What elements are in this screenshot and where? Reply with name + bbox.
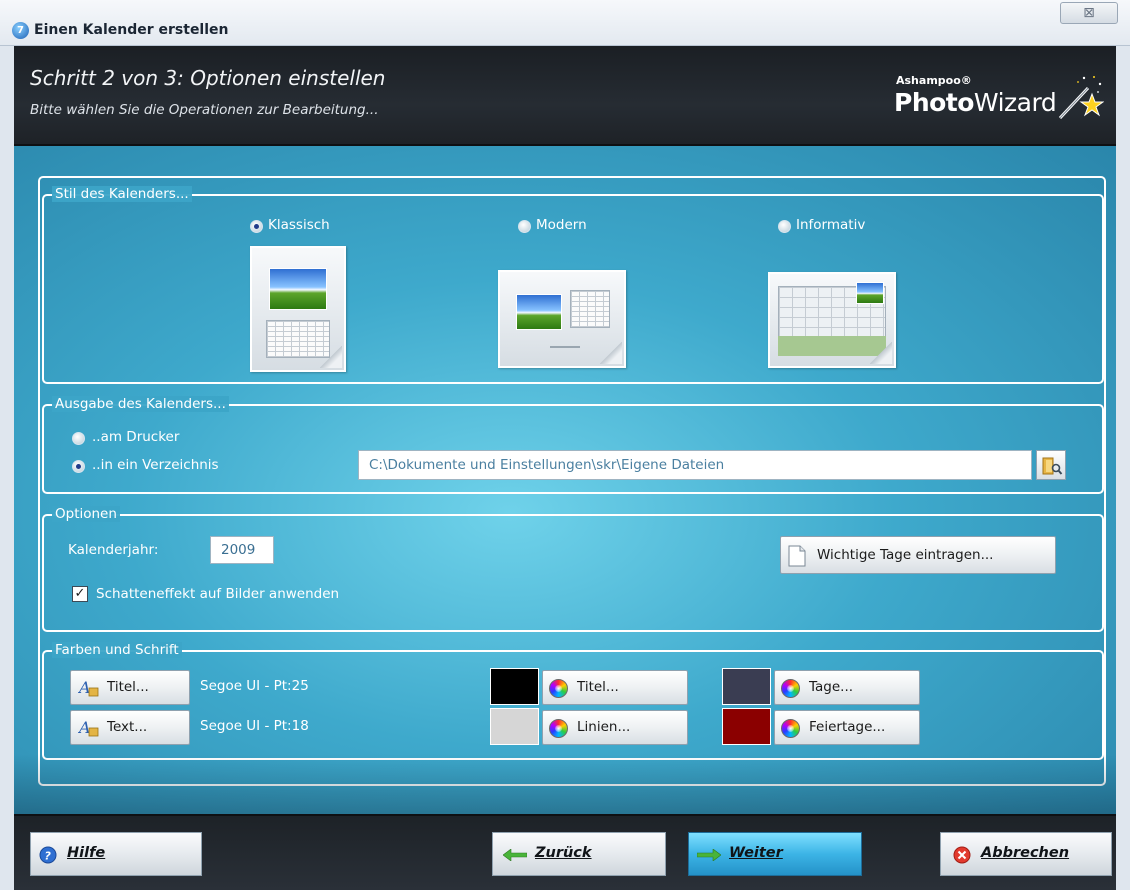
preview-photo [856, 282, 884, 304]
output-folder-label[interactable]: ..in ein Verzeichnis [92, 457, 219, 473]
brand-product: PhotoWizard [894, 88, 1057, 117]
colors-fonts-group: Farben und Schrift A Titel... Segoe UI -… [42, 642, 1104, 760]
lines-color-swatch[interactable] [490, 708, 539, 745]
brand-product-regular: Wizard [973, 88, 1057, 117]
options-legend: Optionen [52, 506, 120, 522]
next-button-label: Weiter [729, 845, 783, 861]
holidays-color-button-label: Feiertage... [809, 719, 886, 735]
style-classic-label[interactable]: Klassisch [268, 217, 330, 233]
colors-fonts-legend: Farben und Schrift [52, 642, 182, 658]
font-icon: A [78, 678, 99, 697]
magic-wand-icon [1058, 76, 1104, 120]
days-color-button-label: Tage... [809, 679, 854, 695]
arrow-right-icon [697, 849, 721, 861]
style-modern-radio[interactable] [518, 220, 531, 233]
help-button-label: Hilfe [67, 845, 106, 861]
page-curl [320, 346, 342, 368]
important-days-button[interactable]: Wichtige Tage eintragen... [780, 536, 1056, 574]
style-informative-label[interactable]: Informativ [796, 217, 865, 233]
calendar-style-legend: Stil des Kalenders... [52, 186, 192, 202]
next-button[interactable]: Weiter [688, 832, 862, 876]
holidays-color-button[interactable]: Feiertage... [774, 710, 920, 745]
style-classic-preview[interactable] [250, 246, 346, 372]
days-color-swatch[interactable] [722, 668, 771, 705]
arrow-left-icon [503, 849, 527, 861]
text-font-value: Segoe UI - Pt:18 [200, 718, 309, 734]
style-modern-preview[interactable] [498, 270, 626, 368]
calendar-year-field[interactable]: 2009 [210, 536, 274, 564]
svg-text:?: ? [45, 850, 52, 863]
calendar-wizard-window: 7 Einen Kalender erstellen ⊠ Schritt 2 v… [0, 0, 1130, 890]
style-modern-label[interactable]: Modern [536, 217, 587, 233]
cancel-button-label: Abbrechen [981, 845, 1070, 861]
color-wheel-icon [781, 719, 800, 738]
calendar-year-label: Kalenderjahr: [68, 542, 159, 558]
cancel-icon [953, 846, 971, 864]
wizard-footer: ? Hilfe Zurück Weiter Abbrechen [14, 814, 1116, 890]
step-subtitle: Bitte wählen Sie die Operationen zur Bea… [30, 102, 379, 118]
style-informative-radio[interactable] [778, 220, 791, 233]
wizard-header: Schritt 2 von 3: Optionen einstellen Bit… [14, 46, 1116, 146]
text-font-button[interactable]: A Text... [70, 710, 190, 745]
calendar-output-group: Ausgabe des Kalenders... ..am Drucker ..… [42, 396, 1104, 494]
page-curl [870, 342, 892, 364]
holidays-color-swatch[interactable] [722, 708, 771, 745]
title-font-button-label: Titel... [107, 679, 149, 695]
shadow-effect-label[interactable]: Schatteneffekt auf Bilder anwenden [96, 586, 339, 602]
lines-color-button[interactable]: Linien... [542, 710, 688, 745]
preview-photo [516, 294, 562, 330]
close-button[interactable]: ⊠ [1060, 2, 1118, 24]
help-icon: ? [39, 846, 57, 864]
lines-color-button-label: Linien... [577, 719, 631, 735]
title-color-swatch[interactable] [490, 668, 539, 705]
brand-vendor: Ashampoo® [896, 74, 972, 87]
cancel-button[interactable]: Abbrechen [940, 832, 1112, 876]
output-printer-label[interactable]: ..am Drucker [92, 429, 179, 445]
step-title: Schritt 2 von 3: Optionen einstellen [30, 66, 386, 90]
help-button[interactable]: ? Hilfe [30, 832, 202, 876]
color-wheel-icon [781, 679, 800, 698]
title-color-button[interactable]: Titel... [542, 670, 688, 705]
style-informative-preview[interactable] [768, 272, 896, 368]
document-icon [788, 545, 806, 567]
calendar-style-group: Stil des Kalenders... Klassisch Modern I… [42, 186, 1104, 384]
color-wheel-icon [549, 719, 568, 738]
title-color-button-label: Titel... [577, 679, 619, 695]
preview-line [550, 346, 580, 348]
brand-product-bold: Photo [894, 88, 974, 117]
app-icon: 7 [12, 22, 29, 39]
font-icon: A [78, 718, 99, 737]
page-curl [600, 342, 622, 364]
style-classic-radio[interactable] [250, 220, 263, 233]
back-button-label: Zurück [535, 845, 592, 861]
output-printer-radio[interactable] [72, 432, 85, 445]
back-button[interactable]: Zurück [492, 832, 666, 876]
days-color-button[interactable]: Tage... [774, 670, 920, 705]
options-group: Optionen Kalenderjahr: 2009 ✓ Schattenef… [42, 506, 1104, 632]
preview-calendar-grid [570, 290, 610, 328]
wizard-content: Stil des Kalenders... Klassisch Modern I… [14, 146, 1116, 814]
title-bar[interactable]: 7 Einen Kalender erstellen ⊠ [0, 0, 1130, 46]
text-font-button-label: Text... [107, 719, 148, 735]
preview-photo [269, 268, 327, 310]
output-path-field[interactable]: C:\Dokumente und Einstellungen\skr\Eigen… [358, 450, 1032, 480]
folder-search-icon [1042, 457, 1063, 475]
calendar-output-legend: Ausgabe des Kalenders... [52, 396, 229, 412]
shadow-effect-checkbox[interactable]: ✓ [72, 586, 88, 602]
color-wheel-icon [549, 679, 568, 698]
window-title: Einen Kalender erstellen [34, 22, 229, 38]
title-font-value: Segoe UI - Pt:25 [200, 678, 309, 694]
output-folder-radio[interactable] [72, 460, 85, 473]
title-font-button[interactable]: A Titel... [70, 670, 190, 705]
browse-folder-button[interactable] [1036, 450, 1066, 480]
important-days-label: Wichtige Tage eintragen... [817, 547, 994, 563]
